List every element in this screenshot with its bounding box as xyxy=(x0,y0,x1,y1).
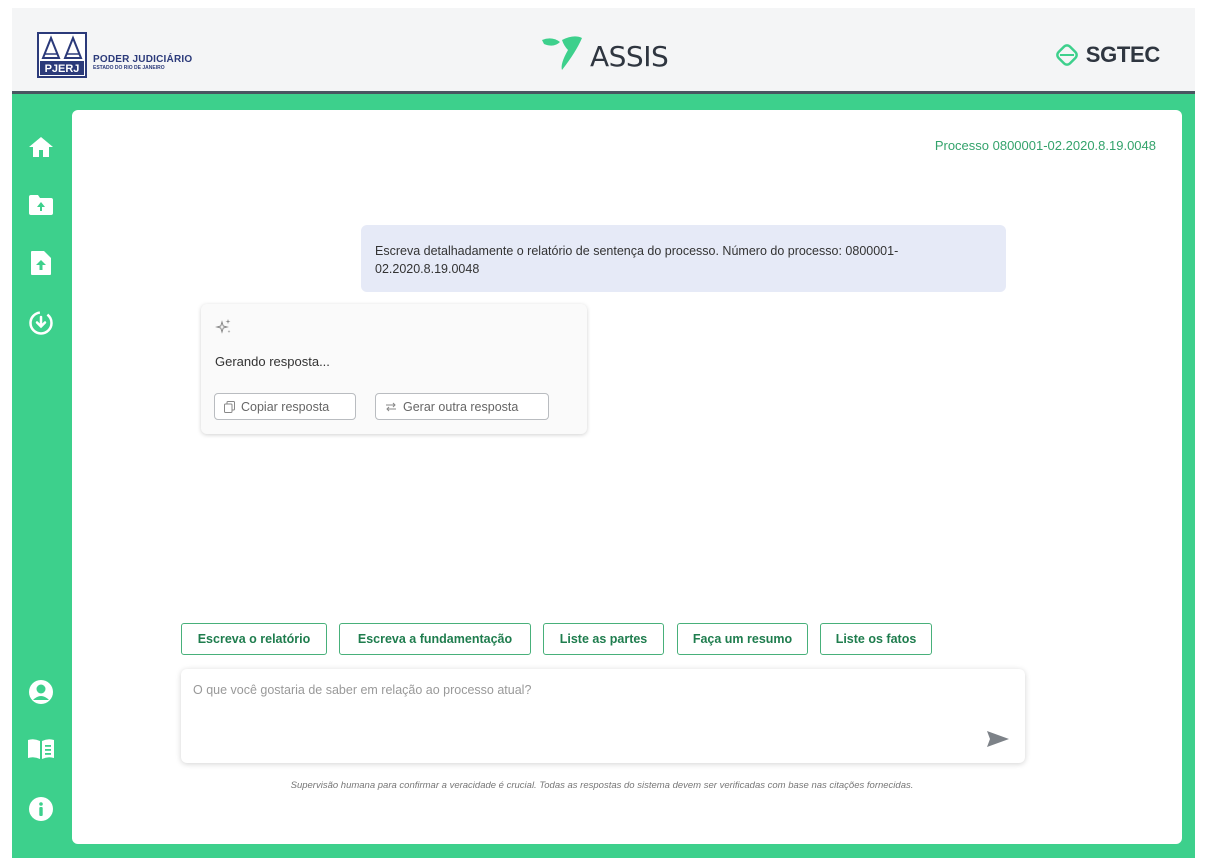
org-name: PODER JUDICIÁRIO ESTADO DO RIO DE JANEIR… xyxy=(93,40,192,71)
sgtec-logo-icon xyxy=(1055,44,1078,66)
home-icon[interactable] xyxy=(27,133,55,161)
svg-text:PJERJ: PJERJ xyxy=(45,63,80,75)
info-icon[interactable] xyxy=(27,795,55,823)
copy-response-label: Copiar resposta xyxy=(241,399,330,414)
partner-name: SGTEC xyxy=(1085,42,1161,67)
regenerate-response-label: Gerar outra resposta xyxy=(403,399,519,414)
sparkle-icon xyxy=(215,319,231,334)
disclaimer-text: Supervisão humana para confirmar a verac… xyxy=(290,780,914,791)
partner-brand: SGTEC xyxy=(1054,42,1160,68)
org-subtitle: ESTADO DO RIO DE JANEIRO xyxy=(93,64,165,71)
chat-input-box xyxy=(181,669,1025,763)
app-brand: ASSIS xyxy=(538,34,669,74)
user-icon[interactable] xyxy=(27,678,55,706)
pjerj-logo-icon: PJERJ xyxy=(37,32,87,78)
user-message-bubble: Escreva detalhadamente o relatório de se… xyxy=(361,225,1006,292)
top-header: PJERJ PODER JUDICIÁRIO ESTADO DO RIO DE … xyxy=(12,8,1195,94)
download-circle-icon[interactable] xyxy=(27,309,55,337)
copy-icon xyxy=(224,400,235,413)
copy-response-button[interactable]: Copiar resposta xyxy=(214,393,356,420)
send-button[interactable] xyxy=(985,727,1011,751)
suggestion-summary[interactable]: Faça um resumo xyxy=(677,623,808,655)
suggestion-write-report[interactable]: Escreva o relatório xyxy=(181,623,327,655)
book-icon[interactable] xyxy=(27,735,55,763)
suggestion-list-parties[interactable]: Liste as partes xyxy=(543,623,664,655)
ai-status-text: Gerando resposta... xyxy=(215,354,330,369)
org-title: PODER JUDICIÁRIO xyxy=(93,53,193,65)
chat-input[interactable] xyxy=(193,683,953,743)
file-upload-icon[interactable] xyxy=(27,249,55,277)
chat-panel: Processo 0800001-02.2020.8.19.0048 Escre… xyxy=(72,110,1182,844)
regenerate-icon xyxy=(386,402,396,411)
suggestion-write-reasoning[interactable]: Escreva a fundamentação xyxy=(339,623,531,655)
regenerate-response-button[interactable]: Gerar outra resposta xyxy=(375,393,549,420)
app-name: ASSIS xyxy=(590,39,669,73)
assis-logo-icon xyxy=(542,36,582,70)
send-icon xyxy=(987,731,1009,747)
suggestion-list-facts[interactable]: Liste os fatos xyxy=(820,623,932,655)
process-number: Processo 0800001-02.2020.8.19.0048 xyxy=(934,138,1156,153)
pjerj-brand: PJERJ PODER JUDICIÁRIO ESTADO DO RIO DE … xyxy=(37,32,192,78)
folder-upload-icon[interactable] xyxy=(27,191,55,219)
ai-response-card: Gerando resposta... Copiar resposta Gera… xyxy=(201,304,587,434)
